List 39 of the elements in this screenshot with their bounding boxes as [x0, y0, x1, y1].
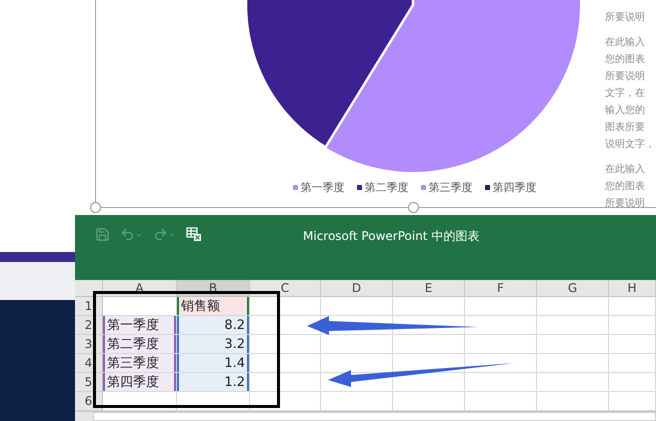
body-text-line: 文字，在 [605, 86, 646, 101]
table-cell: 第四季度 [103, 373, 177, 392]
body-text-line: 所要说明 [605, 10, 646, 25]
body-text-line: 图表所要 [605, 120, 646, 135]
column-header[interactable]: D [321, 280, 393, 297]
legend-item: 第四季度 [484, 180, 536, 195]
table-cell: 第一季度 [103, 316, 177, 335]
table-cell: 销售额 [177, 297, 250, 316]
window-title: Microsoft PowerPoint 中的图表 [303, 228, 480, 245]
table-cell: 第三季度 [103, 354, 177, 373]
column-header[interactable]: H [609, 280, 656, 297]
table-cell: 第二季度 [103, 335, 177, 354]
body-text-line: 在此输入 [605, 162, 646, 177]
legend-item: 第三季度 [420, 180, 472, 195]
edit-data-button[interactable] [186, 227, 202, 242]
body-text-line: 您的图表 [605, 180, 646, 194]
body-text-line: 在此输入 [605, 36, 646, 50]
table-cell: 8.2 [177, 316, 250, 335]
column-header[interactable]: G [537, 280, 609, 297]
body-text-line: 说明文字， [605, 138, 655, 152]
body-text-line: 您的图表 [605, 52, 646, 67]
column-header[interactable]: E [393, 280, 465, 297]
table-cell: 3.2 [177, 335, 250, 354]
table-cell: 1.4 [177, 354, 250, 373]
resize-handle[interactable] [408, 202, 419, 213]
body-text-line: 所要说明 [605, 70, 646, 84]
body-text-line: 所要说明 [605, 196, 646, 211]
select-all-corner[interactable] [75, 280, 103, 297]
redo-icon [153, 227, 168, 242]
table-cell: 1.2 [177, 373, 250, 392]
table-edit-icon [186, 227, 202, 242]
column-header[interactable]: F [465, 280, 537, 297]
save-icon [95, 227, 110, 242]
legend-item: 第一季度 [292, 180, 344, 195]
column-header[interactable]: C [250, 280, 321, 297]
resize-handle[interactable] [90, 202, 101, 213]
legend-item: 第二季度 [356, 180, 408, 195]
undo-icon [120, 227, 135, 242]
body-text-line: 输入您的 [605, 104, 646, 118]
